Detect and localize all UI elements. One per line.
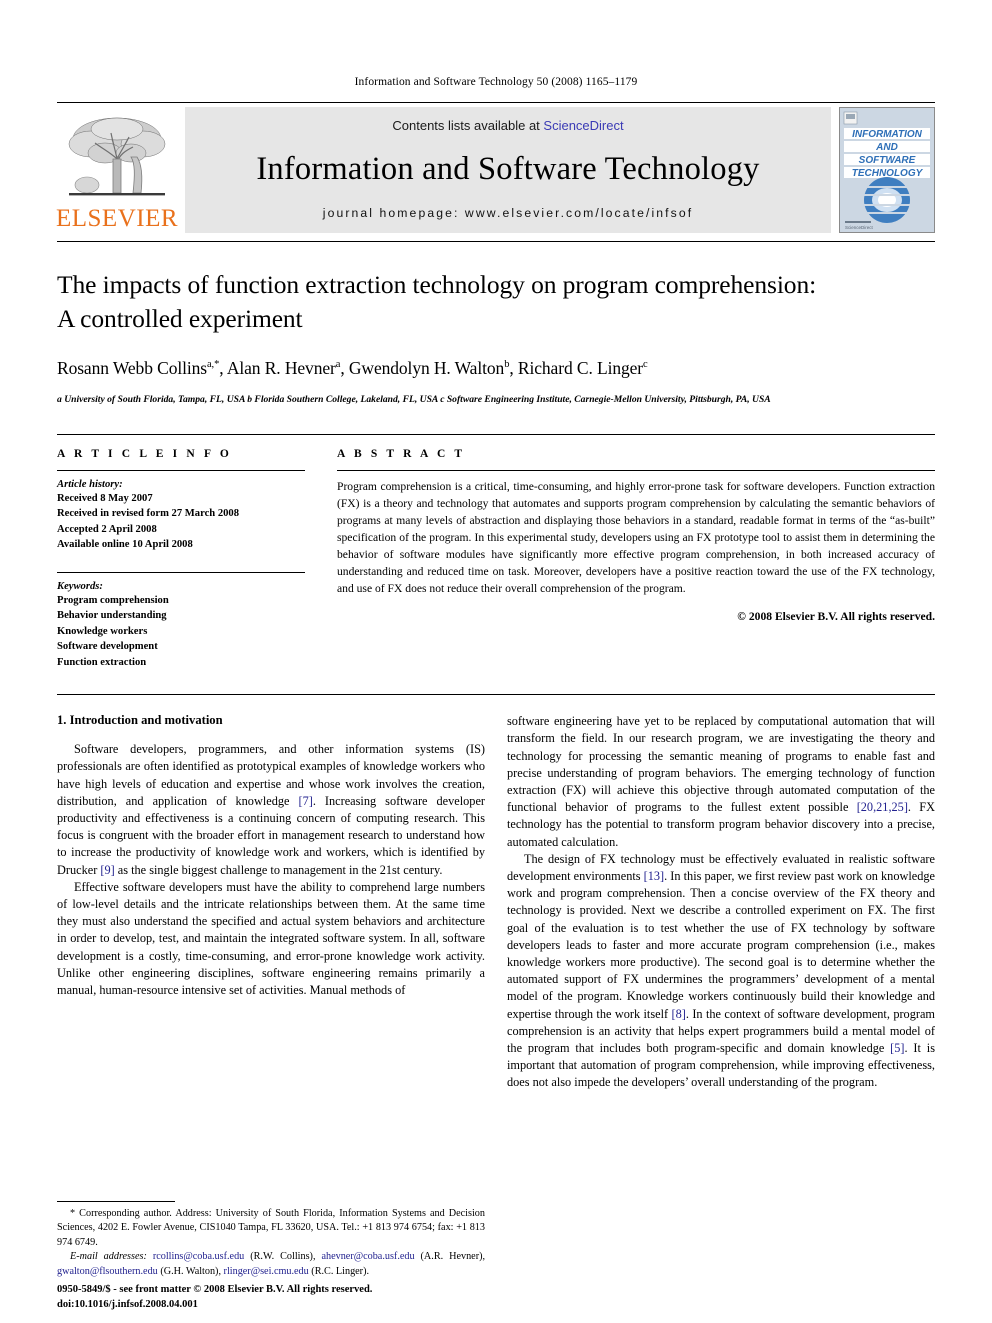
article-history-list: Received 8 May 2007 Received in revised …	[57, 491, 305, 553]
corresponding-author-note: * Corresponding author. Address: Univers…	[57, 1207, 485, 1248]
doi-line: doi:10.1016/j.infsof.2008.04.001	[57, 1299, 198, 1311]
email-owner: (G.H. Walton),	[160, 1265, 221, 1277]
affiliation-list: a University of South Florida, Tampa, FL…	[57, 394, 771, 406]
email-link[interactable]: gwalton@flsouthern.edu	[57, 1266, 158, 1277]
abstract-copyright: © 2008 Elsevier B.V. All rights reserved…	[737, 610, 935, 624]
journal-cover-art: INFORMATION AND SOFTWARE TECHNOLOGY Scie…	[840, 108, 934, 232]
history-item: Available online 10 April 2008	[57, 539, 193, 551]
keyword-item: Behavior understanding	[57, 610, 167, 622]
svg-text:AND: AND	[875, 142, 898, 153]
contents-prefix: Contents lists available at	[392, 118, 544, 133]
journal-cover-thumbnail: INFORMATION AND SOFTWARE TECHNOLOGY Scie…	[839, 107, 935, 233]
keywords-list: Program comprehension Behavior understan…	[57, 593, 305, 670]
body-columns: 1. Introduction and motivation Software …	[57, 713, 935, 1091]
footnote-rule	[57, 1200, 175, 1202]
issn-line: 0950-5849/$ - see front matter © 2008 El…	[57, 1284, 373, 1296]
author-list: Rosann Webb Collinsa,*, Alan R. Hevnera,…	[57, 358, 648, 379]
abstract-text: Program comprehension is a critical, tim…	[337, 480, 935, 595]
section-title: 1. Introduction and motivation	[57, 713, 223, 728]
body-column-right: software engineering have yet to be repl…	[507, 713, 935, 1091]
page-title: The impacts of function extraction techn…	[57, 268, 935, 335]
footnote-block: * Corresponding author. Address: Univers…	[57, 1200, 485, 1279]
abstract-heading: A B S T R A C T	[337, 448, 466, 461]
history-item: Accepted 2 April 2008	[57, 523, 157, 535]
article-info-column: A R T I C L E I N F O Article history: R…	[57, 448, 305, 670]
keyword-item: Function extraction	[57, 656, 147, 668]
keyword-item: Knowledge workers	[57, 625, 148, 637]
keywords-rule	[57, 571, 305, 573]
paragraph: Software developers, programmers, and ot…	[57, 742, 485, 877]
journal-homepage-line[interactable]: journal homepage: www.elsevier.com/locat…	[323, 206, 693, 220]
keywords-label: Keywords:	[57, 580, 103, 592]
body-column-left: 1. Introduction and motivation Software …	[57, 713, 485, 1091]
email-label: E-mail addresses:	[70, 1251, 147, 1263]
paper-page: Information and Software Technology 50 (…	[0, 0, 992, 1323]
title-line-2: A controlled experiment	[57, 303, 303, 333]
title-line-1: The impacts of function extraction techn…	[57, 270, 817, 299]
journal-title: Information and Software Technology	[256, 151, 760, 188]
elsevier-tree-icon	[68, 117, 166, 196]
issn-footer: 0950-5849/$ - see front matter © 2008 El…	[57, 1283, 527, 1313]
paragraph: The design of FX technology must be effe…	[507, 851, 935, 1090]
abstract-bottom-rule	[57, 694, 935, 696]
paragraph: Effective software developers must have …	[57, 879, 485, 997]
abstract-column: A B S T R A C T Program comprehension is…	[337, 448, 935, 670]
email-addresses-note: E-mail addresses: rcollins@coba.usf.edu …	[57, 1250, 485, 1279]
email-owner: (R.C. Linger).	[311, 1265, 370, 1277]
contents-lists-line: Contents lists available at ScienceDirec…	[392, 118, 623, 133]
sciencedirect-link[interactable]: ScienceDirect	[543, 118, 623, 133]
elsevier-logo: ELSEVIER	[55, 107, 179, 233]
email-owner: (A.R. Hevner),	[420, 1251, 486, 1263]
keyword-item: Program comprehension	[57, 594, 169, 606]
article-info-rule	[57, 470, 305, 472]
history-item: Received in revised form 27 March 2008	[57, 508, 240, 520]
email-link[interactable]: rcollins@coba.usf.edu	[153, 1251, 244, 1262]
article-history-label: Article history:	[57, 479, 123, 491]
masthead-bottom-rule	[57, 241, 935, 242]
article-info-heading: A R T I C L E I N F O	[57, 448, 232, 461]
svg-text:SOFTWARE: SOFTWARE	[859, 155, 916, 166]
journal-band: Contents lists available at ScienceDirec…	[185, 107, 831, 233]
keywords-block: Keywords: Program comprehension Behavior…	[57, 571, 305, 670]
email-link[interactable]: ahevner@coba.usf.edu	[321, 1251, 414, 1262]
history-item: Received 8 May 2007	[57, 493, 153, 505]
elsevier-wordmark: ELSEVIER	[55, 205, 179, 232]
running-head: Information and Software Technology 50 (…	[354, 76, 638, 88]
keyword-item: Software development	[57, 641, 158, 653]
info-abstract-section: A R T I C L E I N F O Article history: R…	[57, 434, 935, 670]
svg-text:ScienceDirect: ScienceDirect	[845, 225, 874, 230]
email-link[interactable]: rlinger@sei.cmu.edu	[224, 1266, 309, 1277]
journal-masthead: ELSEVIER Contents lists available at Sci…	[55, 102, 935, 233]
svg-text:INFORMATION: INFORMATION	[852, 129, 923, 140]
email-owner: (R.W. Collins),	[250, 1251, 316, 1263]
abstract-rule	[337, 470, 935, 472]
paragraph: software engineering have yet to be repl…	[507, 714, 935, 849]
